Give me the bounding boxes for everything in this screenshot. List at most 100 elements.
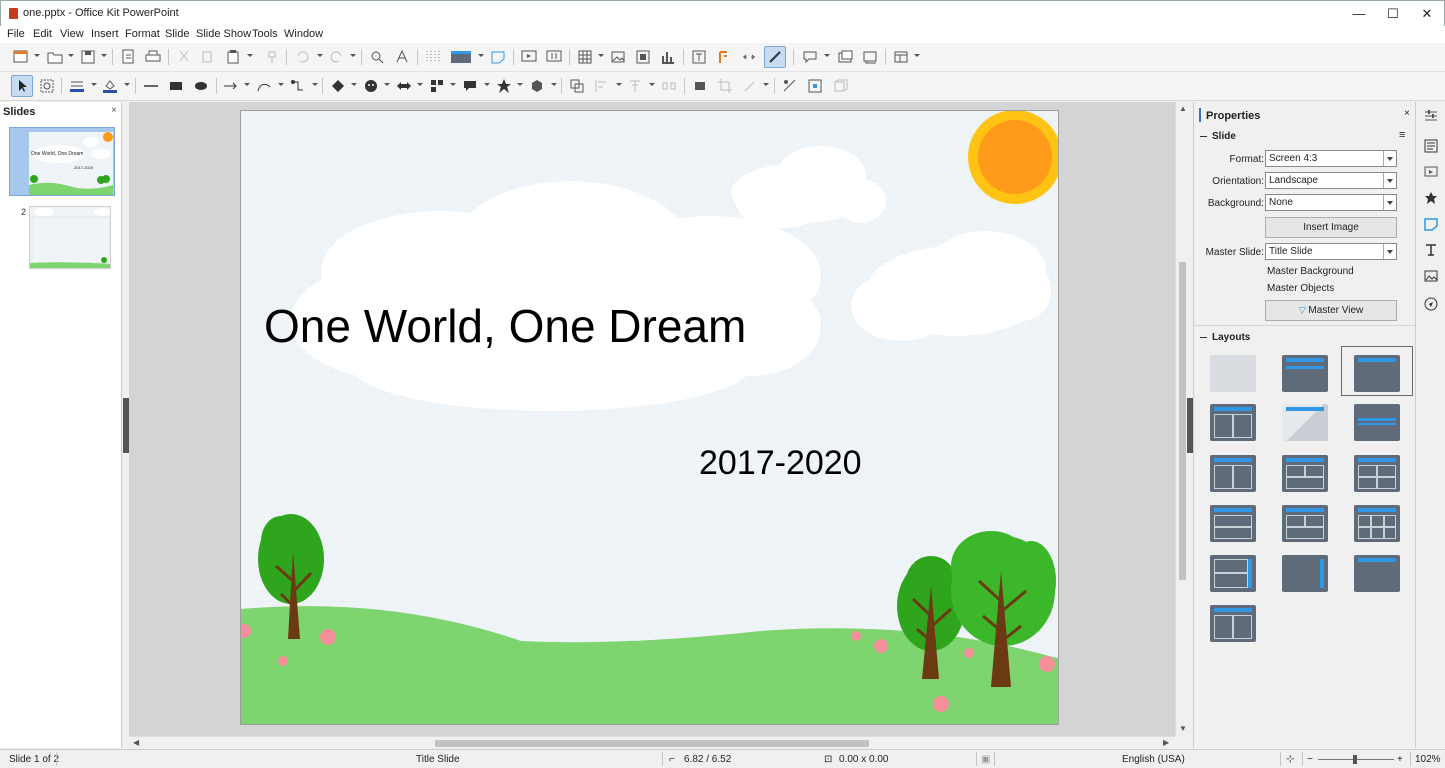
format-select[interactable]: Screen 4:3 xyxy=(1265,150,1397,167)
zoom-in-icon[interactable]: + xyxy=(1397,754,1403,765)
align-objects-icon[interactable] xyxy=(593,77,611,95)
media-icon[interactable] xyxy=(634,48,652,66)
layouts-section-header[interactable]: Layouts xyxy=(1200,332,1250,343)
slide-subtitle[interactable]: 2017-2020 xyxy=(699,444,862,483)
display-views-icon[interactable] xyxy=(449,48,473,66)
layout-title-6grid[interactable] xyxy=(1354,505,1400,542)
background-select[interactable]: None xyxy=(1265,194,1397,211)
menu-file[interactable]: File xyxy=(7,28,25,40)
open-icon[interactable] xyxy=(46,48,64,66)
layout-title-content[interactable] xyxy=(1282,355,1328,392)
insert-image-button[interactable]: Insert Image xyxy=(1265,217,1397,238)
layout-title-grid[interactable] xyxy=(1282,505,1328,542)
select-arrow-icon[interactable] xyxy=(11,75,33,97)
distribute-icon[interactable] xyxy=(660,77,678,95)
toggle-extrusion-icon[interactable] xyxy=(831,77,849,95)
fontwork-icon[interactable] xyxy=(715,48,733,66)
slides-panel-close-icon[interactable]: × xyxy=(111,105,117,116)
hyperlink-icon[interactable] xyxy=(740,48,758,66)
slide-thumbnail-2[interactable] xyxy=(29,206,111,269)
layout-two-content[interactable] xyxy=(1210,404,1256,441)
more-options-icon[interactable]: ≡ xyxy=(1399,129,1405,141)
menu-insert[interactable]: Insert xyxy=(91,28,119,40)
styles-icon[interactable] xyxy=(1423,242,1439,258)
paste-icon[interactable] xyxy=(224,48,242,66)
sidebar-settings-icon[interactable] xyxy=(1423,108,1439,124)
properties-deck-icon[interactable] xyxy=(1423,138,1439,154)
callout-shapes-icon[interactable] xyxy=(461,77,479,95)
start-from-current-icon[interactable] xyxy=(545,48,563,66)
clone-formatting-icon[interactable] xyxy=(263,48,281,66)
new-presentation-icon[interactable] xyxy=(12,48,30,66)
start-from-first-icon[interactable] xyxy=(520,48,538,66)
symbol-shapes-icon[interactable] xyxy=(362,77,380,95)
fill-color-icon[interactable] xyxy=(101,77,119,95)
save-icon[interactable] xyxy=(79,48,97,66)
menu-slide-show[interactable]: Slide Show xyxy=(196,28,251,40)
display-grid-icon[interactable] xyxy=(424,48,442,66)
layout-title-wide[interactable] xyxy=(1354,555,1400,592)
master-slide-select[interactable]: Title Slide xyxy=(1265,243,1397,260)
redo-icon[interactable] xyxy=(327,48,345,66)
zoom-slider[interactable] xyxy=(1318,755,1394,764)
navigator-icon[interactable] xyxy=(1423,296,1439,312)
scroll-up-icon[interactable]: ▲ xyxy=(1179,104,1187,113)
basic-shapes-icon[interactable] xyxy=(329,77,347,95)
menu-slide[interactable]: Slide xyxy=(165,28,189,40)
slide-layout-icon[interactable] xyxy=(892,48,910,66)
menu-view[interactable]: View xyxy=(60,28,84,40)
language-status[interactable]: English (USA) xyxy=(1122,754,1185,765)
line-color-icon[interactable] xyxy=(68,77,86,95)
text-box-icon[interactable] xyxy=(690,48,708,66)
copy-icon[interactable] xyxy=(199,48,217,66)
master-objects-checkbox[interactable]: Master Objects xyxy=(1267,283,1334,294)
slide-canvas[interactable]: One World, One Dream 2017-2020 xyxy=(240,110,1059,725)
vertical-scroll-thumb[interactable] xyxy=(1179,262,1186,580)
properties-close-icon[interactable]: × xyxy=(1404,108,1410,119)
find-replace-icon[interactable] xyxy=(368,48,386,66)
slide-thumbnail-1[interactable]: One World, One Dream 2017-2020 xyxy=(9,127,115,196)
glue-points-icon[interactable] xyxy=(806,77,824,95)
master-slide-icon[interactable] xyxy=(489,48,507,66)
menu-window[interactable]: Window xyxy=(284,28,323,40)
menu-format[interactable]: Format xyxy=(125,28,160,40)
zoom-slider-handle[interactable] xyxy=(1353,755,1357,764)
connectors-icon[interactable] xyxy=(289,77,307,95)
image-icon[interactable] xyxy=(609,48,627,66)
layout-title-rows[interactable] xyxy=(1210,505,1256,542)
crop-icon[interactable] xyxy=(716,77,734,95)
3d-objects-icon[interactable] xyxy=(528,77,546,95)
layout-title-4box[interactable] xyxy=(1354,455,1400,492)
menu-tools[interactable]: Tools xyxy=(252,28,278,40)
menu-edit[interactable]: Edit xyxy=(33,28,52,40)
undo-icon[interactable] xyxy=(294,48,312,66)
chart-icon[interactable] xyxy=(659,48,677,66)
horizontal-scroll-thumb[interactable] xyxy=(435,740,869,747)
layout-centered[interactable] xyxy=(1354,404,1400,441)
flowchart-icon[interactable] xyxy=(428,77,446,95)
master-background-checkbox[interactable]: Master Background xyxy=(1267,266,1354,277)
zoom-level[interactable]: 102% xyxy=(1415,754,1441,765)
rectangle-icon[interactable] xyxy=(167,77,185,95)
table-icon[interactable] xyxy=(576,48,594,66)
print-icon[interactable] xyxy=(144,48,162,66)
maximize-button[interactable]: ☐ xyxy=(1375,3,1411,25)
toggle-point-edit-icon[interactable] xyxy=(781,77,799,95)
orientation-select[interactable]: Landscape xyxy=(1265,172,1397,189)
filter-icon[interactable] xyxy=(741,77,759,95)
layout-title-diag[interactable] xyxy=(1282,404,1328,441)
scroll-down-icon[interactable]: ▼ xyxy=(1179,724,1187,733)
stars-icon[interactable] xyxy=(495,77,513,95)
shadow-icon[interactable] xyxy=(691,77,709,95)
layout-title-3box[interactable] xyxy=(1282,455,1328,492)
duplicate-slide-icon[interactable] xyxy=(861,48,879,66)
scroll-left-icon[interactable]: ◀ xyxy=(133,738,139,747)
gallery-icon[interactable] xyxy=(1423,268,1439,284)
comment-icon[interactable] xyxy=(801,48,819,66)
curves-icon[interactable] xyxy=(255,77,273,95)
slide-transition-icon[interactable] xyxy=(1423,164,1439,180)
master-slides-icon[interactable] xyxy=(1423,216,1439,232)
scroll-right-icon[interactable]: ▶ xyxy=(1163,738,1169,747)
layout-title-2col[interactable] xyxy=(1210,455,1256,492)
line-draw-icon[interactable] xyxy=(764,46,786,68)
